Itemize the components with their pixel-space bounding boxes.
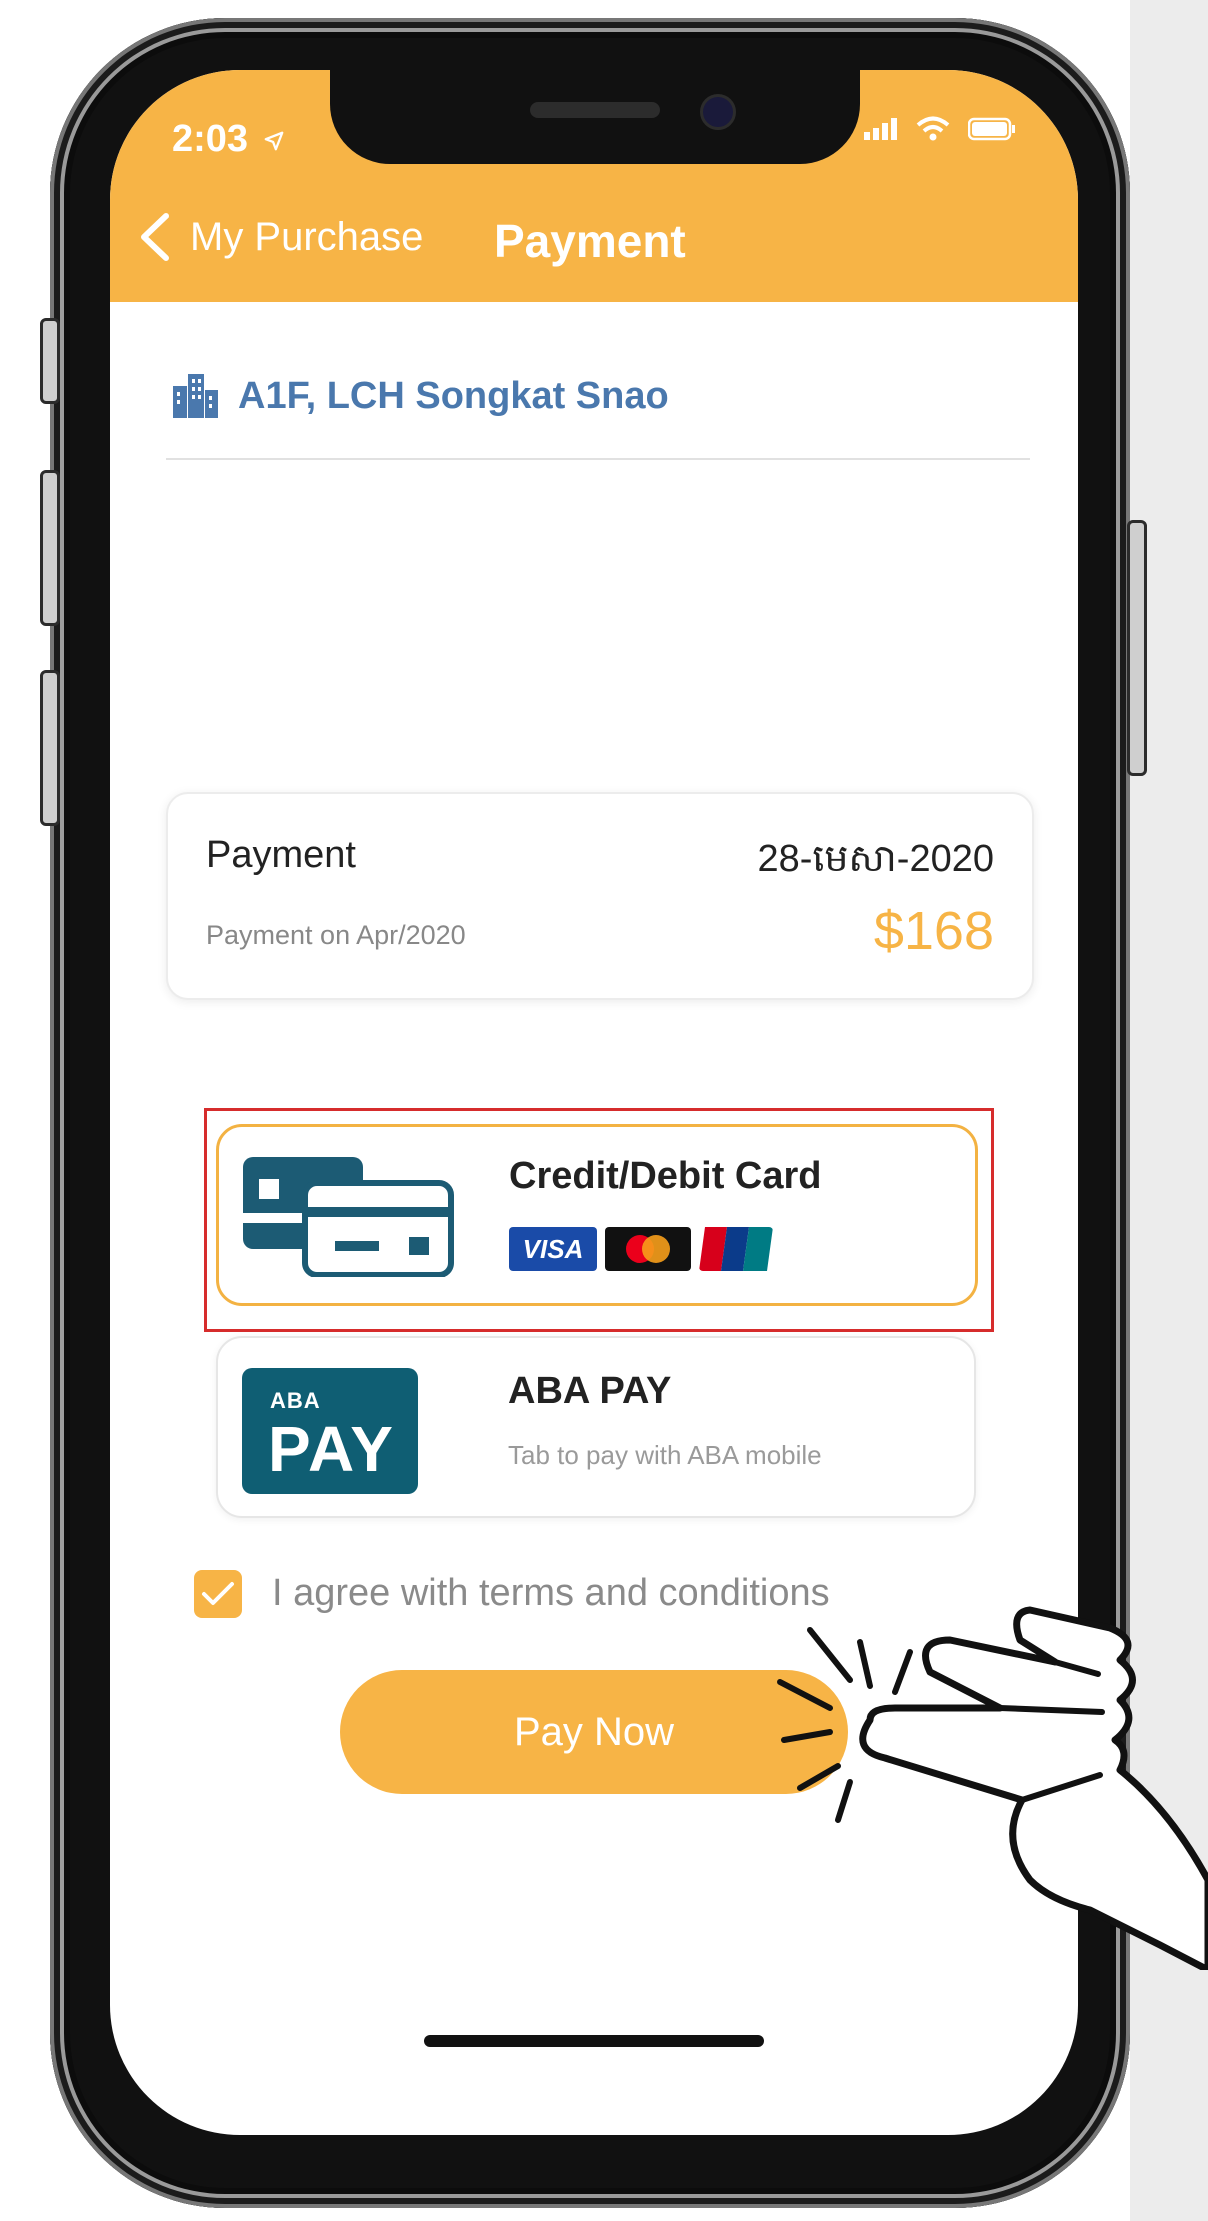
- method-title: Credit/Debit Card: [509, 1155, 822, 1197]
- payment-label: Payment: [206, 834, 356, 876]
- method-credit-card[interactable]: Credit/Debit Card VISA: [216, 1124, 978, 1306]
- payment-summary-card: Payment 28-មេសា-2020 Payment on Apr/2020…: [166, 792, 1034, 1000]
- battery-icon: [968, 117, 1015, 141]
- method-subtitle: Tab to pay with ABA mobile: [508, 1440, 822, 1470]
- unionpay-stripes-icon: [699, 1227, 773, 1271]
- side-button-mute: [40, 318, 60, 404]
- location-arrow-icon: [264, 131, 284, 151]
- address-text: A1F, LCH Songkat Snao: [238, 374, 669, 417]
- payment-date: 28-មេសា-2020: [757, 838, 994, 880]
- payment-subtitle: Payment on Apr/2020: [206, 920, 466, 950]
- address-row: A1F, LCH Songkat Snao: [170, 372, 669, 420]
- page-title: Payment: [494, 215, 686, 267]
- divider: [166, 458, 1030, 460]
- back-button[interactable]: My Purchase: [136, 210, 423, 264]
- front-camera: [700, 94, 736, 130]
- mastercard-logo: [605, 1227, 691, 1271]
- app-header: 2:03 My Purchase Payment: [110, 70, 1078, 302]
- side-button-power: [1127, 520, 1147, 776]
- nav-bar: My Purchase Payment: [110, 210, 1078, 286]
- phone-notch: [330, 70, 860, 164]
- mastercard-circles-icon: [626, 1235, 670, 1263]
- credit-card-icon: [243, 1157, 454, 1277]
- signal-icon: [864, 118, 897, 140]
- side-button-volume-down: [40, 670, 60, 826]
- home-indicator[interactable]: [424, 2035, 764, 2047]
- speaker-grille: [530, 102, 660, 118]
- wifi-icon: [916, 116, 950, 141]
- building-icon: [173, 374, 218, 418]
- visa-logo: VISA: [509, 1227, 597, 1271]
- card-logos: VISA: [509, 1227, 773, 1271]
- method-aba-pay[interactable]: ABA PAY ABA PAY Tab to pay with ABA mobi…: [216, 1336, 976, 1518]
- terms-checkbox[interactable]: [194, 1570, 242, 1618]
- back-label: My Purchase: [190, 214, 424, 259]
- check-icon: [202, 1582, 234, 1605]
- payment-amount: $168: [873, 901, 994, 961]
- status-time: 2:03: [172, 118, 285, 161]
- method-title: ABA PAY: [508, 1370, 672, 1412]
- side-button-volume-up: [40, 470, 60, 626]
- chevron-left-icon: [141, 213, 169, 261]
- unionpay-logo: [699, 1227, 773, 1271]
- status-icons: [864, 116, 1016, 142]
- tap-hand-icon: [777, 1606, 1208, 1970]
- aba-pay-logo: ABA PAY: [242, 1368, 418, 1494]
